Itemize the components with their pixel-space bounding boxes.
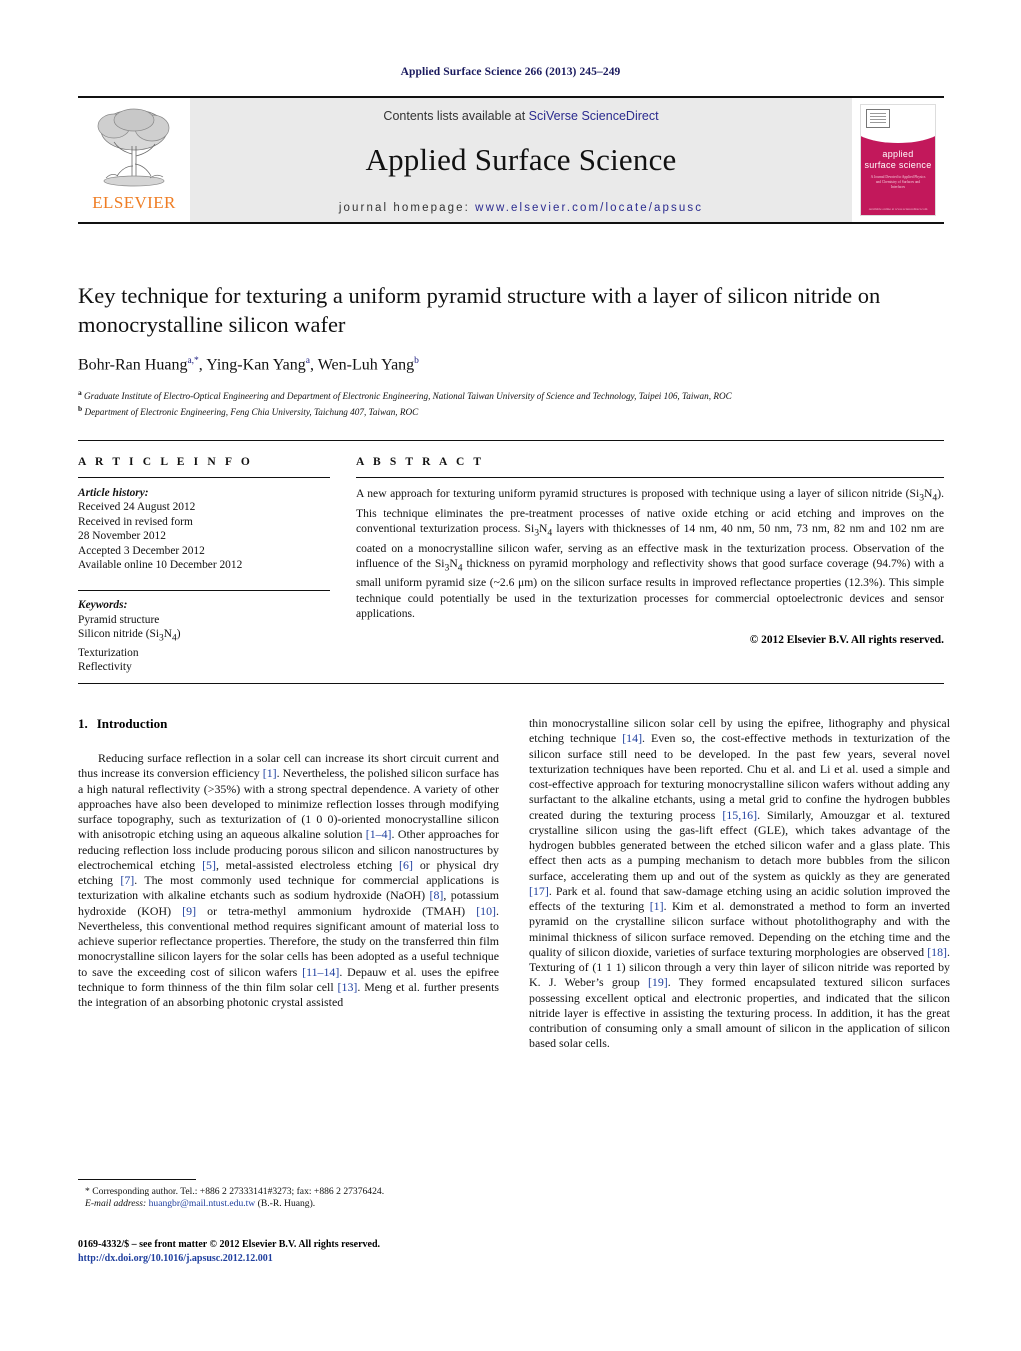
keyword-item: Reflectivity: [78, 661, 132, 674]
article-info-section: A R T I C L E I N F O Article history: R…: [78, 456, 330, 675]
paper-page: Applied Surface Science 266 (2013) 245–2…: [0, 0, 1021, 1351]
keyword-item: Texturization: [78, 646, 139, 659]
citation-ref[interactable]: [1]: [650, 899, 664, 913]
citation-ref[interactable]: [1]: [263, 766, 277, 780]
title-block: Key technique for texturing a uniform py…: [78, 281, 944, 419]
cover-title: applied surface science: [861, 149, 935, 171]
citation-ref[interactable]: [10]: [476, 904, 496, 918]
intro-paragraph-part1: Reducing surface reflection in a solar c…: [78, 751, 500, 1009]
body-column-left: 1. Introduction Reducing surface reflecti…: [78, 716, 499, 1010]
affiliation-item: b Department of Electronic Engineering, …: [78, 403, 944, 419]
contents-prefix: Contents lists available at: [383, 109, 529, 123]
article-info-rule: [78, 477, 330, 478]
sciencedirect-link[interactable]: SciVerse ScienceDirect: [529, 109, 659, 123]
citation-ref[interactable]: [1–4]: [366, 827, 392, 841]
journal-homepage-line: journal homepage: www.elsevier.com/locat…: [339, 202, 703, 214]
history-item: Received 24 August 2012: [78, 501, 196, 514]
author-separator: ,: [309, 356, 318, 374]
email-owner: (B.-R. Huang).: [257, 1198, 316, 1210]
affiliation-item: a Graduate Institute of Electro-Optical …: [78, 387, 944, 403]
section-name: Introduction: [96, 716, 168, 731]
page-title: Key technique for texturing a uniform py…: [78, 283, 881, 337]
journal-cover-thumbnail: applied surface science A Journal Devote…: [852, 98, 944, 222]
history-item: Received in revised form: [78, 515, 193, 528]
affiliation-mark: a: [78, 388, 82, 398]
author-list: Bohr-Ran Huanga,*, Ying-Kan Yanga, Wen-L…: [78, 356, 944, 374]
elsevier-wordmark: ELSEVIER: [92, 193, 176, 212]
footnote-rule: [78, 1179, 196, 1180]
article-history-label: Article history:: [78, 487, 149, 499]
abstract-heading: A B S T R A C T: [356, 456, 485, 468]
author-name: Wen-Luh Yang: [317, 356, 415, 374]
abstract-section: A B S T R A C T A new approach for textu…: [356, 456, 944, 646]
journal-title: Applied Surface Science: [365, 142, 677, 177]
abstract-rule: [356, 477, 944, 478]
citation-ref[interactable]: [8]: [430, 888, 444, 902]
homepage-url-link[interactable]: www.elsevier.com/locate/apsusc: [475, 202, 703, 214]
elsevier-tree-icon: [97, 108, 170, 187]
article-info-heading: A R T I C L E I N F O: [78, 456, 253, 468]
corresponding-author-note: * Corresponding author. Tel.: +886 2 273…: [85, 1186, 385, 1197]
history-item: Available online 10 December 2012: [78, 559, 243, 572]
running-head: Applied Surface Science 266 (2013) 245–2…: [400, 66, 621, 78]
affiliation-text: Graduate Institute of Electro-Optical En…: [84, 391, 732, 402]
keyword-item: Pyramid structure: [78, 613, 160, 626]
body-column-right: thin monocrystalline silicon solar cell …: [529, 716, 950, 1052]
cover-title-line1: applied: [882, 149, 914, 159]
citation-ref[interactable]: [9]: [182, 904, 196, 918]
elsevier-logo: ELSEVIER: [78, 98, 190, 222]
affiliation-list: a Graduate Institute of Electro-Optical …: [78, 387, 944, 418]
affiliation-mark: b: [78, 403, 83, 413]
journal-cover-image: applied surface science A Journal Devote…: [860, 104, 936, 216]
citation-ref[interactable]: [17]: [529, 884, 549, 898]
author-name: Bohr-Ran Huang: [78, 356, 188, 374]
abstract-text: A new approach for texturing uniform pyr…: [356, 487, 944, 621]
article-history: Article history: Received 24 August 2012…: [78, 486, 330, 572]
contents-available-line: Contents lists available at SciVerse Sci…: [383, 109, 658, 123]
history-item: 28 November 2012: [78, 530, 166, 543]
citation-ref[interactable]: [18]: [927, 945, 947, 959]
author-mark: a,*: [187, 356, 199, 366]
keywords-block: Keywords: Pyramid structure Silicon nitr…: [78, 590, 330, 674]
email-label: E-mail address:: [85, 1198, 147, 1210]
cover-footer-text: Available online at www.sciencedirect.co…: [868, 207, 928, 211]
cover-subtitle: A Journal Devoted to Applied Physics and…: [870, 175, 926, 189]
citation-ref[interactable]: [11–14]: [302, 965, 339, 979]
journal-banner: Contents lists available at SciVerse Sci…: [190, 98, 852, 222]
section-heading-introduction: 1. Introduction: [78, 716, 499, 732]
divider-above-abstract: [78, 440, 944, 441]
author-name: Ying-Kan Yang: [206, 356, 306, 374]
abstract-copyright: © 2012 Elsevier B.V. All rights reserved…: [749, 634, 944, 647]
history-item: Accepted 3 December 2012: [78, 544, 205, 557]
divider-below-abstract: [78, 683, 944, 684]
footer-block: 0169-4332/$ – see front matter © 2012 El…: [78, 1238, 638, 1266]
affiliation-text: Department of Electronic Engineering, Fe…: [84, 407, 419, 418]
citation-ref[interactable]: [5]: [202, 858, 216, 872]
journal-header: ELSEVIER Contents lists available at Sci…: [78, 96, 944, 224]
email-note: E-mail address: huangbr@mail.ntust.edu.t…: [78, 1198, 499, 1210]
intro-paragraph-part2: thin monocrystalline silicon solar cell …: [529, 716, 951, 1051]
footnote-area: * Corresponding author. Tel.: +886 2 273…: [78, 1179, 499, 1211]
cover-publisher-mark-icon: [866, 109, 890, 128]
issn-copyright-line: 0169-4332/$ – see front matter © 2012 El…: [78, 1239, 381, 1250]
keyword-item: Silicon nitride (Si3N4): [78, 628, 181, 644]
section-number: 1.: [78, 716, 88, 731]
citation-ref[interactable]: [14]: [622, 731, 642, 745]
author-mark: b: [414, 356, 419, 366]
doi-link[interactable]: http://dx.doi.org/10.1016/j.apsusc.2012.…: [78, 1252, 638, 1266]
cover-title-line2: surface science: [864, 160, 932, 170]
citation-ref[interactable]: [15,16]: [722, 808, 757, 822]
email-link[interactable]: huangbr@mail.ntust.edu.tw: [149, 1198, 256, 1209]
citation-ref[interactable]: [19]: [648, 975, 668, 989]
citation-ref[interactable]: [7]: [120, 873, 134, 887]
citation-ref[interactable]: [6]: [399, 858, 413, 872]
keywords-rule: [78, 590, 330, 592]
homepage-label: journal homepage:: [338, 202, 476, 214]
citation-ref[interactable]: [13]: [338, 980, 358, 994]
keywords-label: Keywords:: [78, 599, 128, 612]
